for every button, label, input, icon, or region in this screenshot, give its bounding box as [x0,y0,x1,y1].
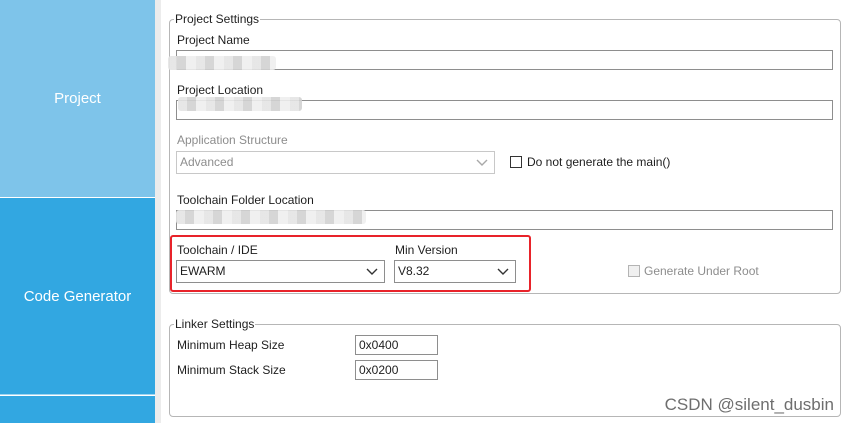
no-main-checkbox[interactable] [510,156,522,168]
sidebar-tab-code-generator[interactable]: Code Generator [0,198,155,395]
linker-settings-legend: Linker Settings [174,317,256,331]
highlight-box [170,235,531,292]
sidebar-tab-label: Project [54,90,101,107]
project-location-label: Project Location [177,83,264,97]
redacted-text [168,56,276,70]
sidebar-tab-label: Code Generator [23,287,132,305]
application-structure-label: Application Structure [177,133,288,147]
project-name-label: Project Name [177,33,250,47]
sidebar-divider [155,0,161,423]
toolchain-folder-label: Toolchain Folder Location [177,193,314,207]
chevron-down-icon [476,159,488,166]
watermark: CSDN @silent_dusbin [664,395,834,414]
application-structure-select: Advanced [176,151,495,174]
application-structure-value: Advanced [180,155,234,169]
min-stack-field[interactable]: 0x0200 [355,360,438,380]
no-main-label: Do not generate the main() [527,155,671,169]
sidebar: Project Code Generator [0,0,155,423]
generate-under-root-checkbox [628,265,640,277]
min-stack-label: Minimum Stack Size [177,363,286,377]
sidebar-tab-project[interactable]: Project [0,0,155,197]
redacted-text [178,97,302,111]
project-settings-legend: Project Settings [174,12,261,26]
generate-under-root-label: Generate Under Root [644,264,759,278]
min-heap-label: Minimum Heap Size [177,338,285,352]
redacted-text [176,210,366,224]
min-heap-field[interactable]: 0x0400 [355,335,438,355]
sidebar-tab-more[interactable] [0,396,155,423]
